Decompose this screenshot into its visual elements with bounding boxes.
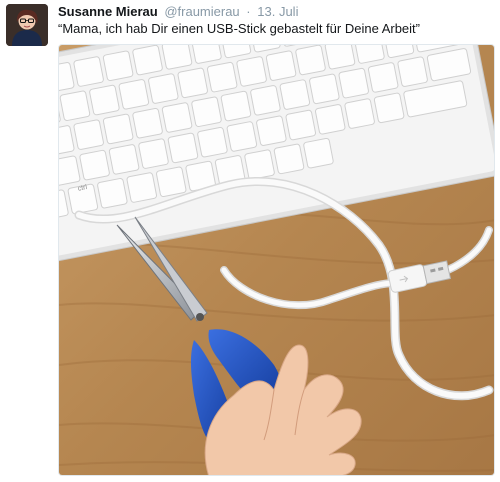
tweet-text: “Mama, ich hab Dir einen USB-Stick gebas… [58,21,420,36]
tweet: Susanne Mierau @fraumierau · 13. Juli “M… [0,0,500,482]
author-name[interactable]: Susanne Mierau [58,4,158,19]
tweet-date[interactable]: 13. Juli [257,4,298,19]
tweet-header: Susanne Mierau @fraumierau · 13. Juli [58,3,298,20]
tweet-photo[interactable]: esc fn ctrl [58,44,495,476]
author-handle[interactable]: @fraumierau [164,4,239,19]
separator-dot: · [246,4,251,19]
author-avatar[interactable] [6,4,48,46]
